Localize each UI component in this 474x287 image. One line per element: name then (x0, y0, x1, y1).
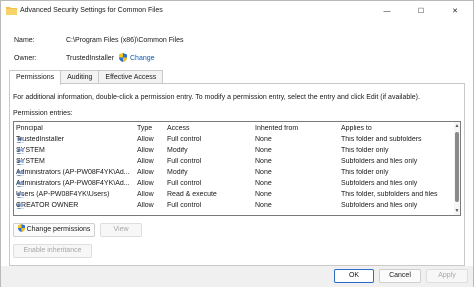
inherited-cell: None (255, 202, 272, 209)
title-bar[interactable]: Advanced Security Settings for Common Fi… (1, 1, 473, 21)
info-text: For additional information, double-click… (13, 94, 420, 101)
type-cell: Allow (137, 147, 154, 154)
user-group-icon (16, 170, 25, 176)
column-principal[interactable]: Principal (16, 125, 136, 132)
change-permissions-button[interactable]: Change permissions (13, 223, 95, 237)
table-row[interactable]: SYSTEM Allow Modify None This folder only (14, 146, 452, 157)
maximize-icon: ☐ (417, 8, 425, 15)
access-cell: Full control (167, 202, 202, 209)
scrollbar-thumb[interactable] (455, 132, 459, 202)
owner-value: TrustedInstaller (66, 55, 114, 62)
table-row[interactable]: Administrators (AP-PW08F4YK\Ad... Allow Fu… (14, 179, 452, 190)
inherited-cell: None (255, 191, 272, 198)
column-type[interactable]: Type (137, 125, 167, 132)
principal-cell: Administrators (AP-PW08F4YK\Ad... (16, 180, 136, 187)
security-settings-window: Advanced Security Settings for Common Fi… (0, 0, 474, 287)
apply-button[interactable]: Apply (426, 269, 468, 283)
list-header: Principal Type Access Inherited from App… (14, 124, 452, 135)
close-button[interactable]: ✕ (438, 1, 472, 21)
applies-cell: Subfolders and files only (341, 158, 418, 165)
permission-entries-label: Permission entries: (13, 110, 73, 117)
principal-cell: TrustedInstaller (16, 136, 136, 143)
scroll-up-icon[interactable]: ▲ (454, 123, 460, 129)
minimize-button[interactable]: — (370, 1, 404, 21)
user-group-icon (16, 148, 25, 154)
user-group-icon (16, 192, 25, 198)
ok-button[interactable]: OK (334, 269, 374, 283)
access-cell: Full control (167, 158, 202, 165)
tab-auditing[interactable]: Auditing (60, 70, 100, 84)
access-cell: Modify (167, 147, 188, 154)
cancel-button[interactable]: Cancel (379, 269, 421, 283)
access-cell: Modify (167, 169, 188, 176)
tab-strip: Permissions Auditing Effective Access (9, 70, 164, 85)
principal-text: Administrators (AP-PW08F4YK\Ad... (16, 180, 130, 187)
table-row[interactable]: Users (AP-PW08F4YK\Users) Allow Read & exe… (14, 190, 452, 201)
name-value: C:\Program Files (x86)\Common Files (66, 37, 184, 44)
enable-inheritance-button[interactable]: Enable inheritance (13, 244, 92, 258)
applies-cell: This folder only (341, 147, 389, 154)
owner-label: Owner: (14, 55, 37, 62)
table-row[interactable]: CREATOR OWNER Allow Full control None Subfol… (14, 201, 452, 212)
column-access[interactable]: Access (167, 125, 255, 132)
applies-cell: This folder and subfolders (341, 136, 422, 143)
type-cell: Allow (137, 202, 154, 209)
applies-cell: Subfolders and files only (341, 180, 418, 187)
type-cell: Allow (137, 180, 154, 187)
tab-permissions[interactable]: Permissions (9, 70, 62, 85)
uac-shield-icon (17, 223, 25, 237)
minimize-icon: — (383, 7, 391, 15)
applies-cell: This folder only (341, 169, 389, 176)
window-title: Advanced Security Settings for Common Fi… (20, 7, 163, 14)
view-button[interactable]: View (100, 223, 142, 237)
permission-entries-list[interactable]: Principal Type Access Inherited from App… (13, 121, 461, 216)
principal-cell: CREATOR OWNER (16, 202, 136, 209)
principal-cell: SYSTEM (16, 147, 136, 154)
principal-cell: Administrators (AP-PW08F4YK\Ad... (16, 169, 136, 176)
folder-icon (6, 6, 17, 15)
dialog-content: Name: C:\Program Files (x86)\Common File… (1, 21, 473, 266)
table-row[interactable]: SYSTEM Allow Full control None Subfolders an… (14, 157, 452, 168)
type-cell: Allow (137, 136, 154, 143)
close-icon: ✕ (452, 8, 458, 15)
principal-cell: Users (AP-PW08F4YK\Users) (16, 191, 136, 198)
change-owner-label: Change (130, 55, 155, 62)
user-group-icon (16, 159, 25, 165)
maximize-button[interactable]: ☐ (404, 1, 438, 21)
name-label: Name: (14, 37, 35, 44)
vertical-scrollbar[interactable]: ▲ ▼ (454, 122, 460, 215)
tab-effective-access[interactable]: Effective Access (98, 70, 164, 84)
principal-text: CREATOR OWNER (16, 202, 79, 209)
inherited-cell: None (255, 158, 272, 165)
user-group-icon (16, 137, 25, 143)
access-cell: Read & execute (167, 191, 217, 198)
applies-cell: This folder, subfolders and files (341, 191, 438, 198)
user-group-icon (16, 203, 25, 209)
principal-cell: SYSTEM (16, 158, 136, 165)
table-row[interactable]: Administrators (AP-PW08F4YK\Ad... Allow Mo… (14, 168, 452, 179)
type-cell: Allow (137, 169, 154, 176)
change-owner-link[interactable]: Change (119, 53, 155, 64)
change-permissions-label: Change permissions (26, 226, 91, 233)
inherited-cell: None (255, 180, 272, 187)
table-row[interactable]: TrustedInstaller Allow Full control None Thi… (14, 135, 452, 146)
access-cell: Full control (167, 180, 202, 187)
inherited-cell: None (255, 169, 272, 176)
principal-text: Users (AP-PW08F4YK\Users) (16, 191, 110, 198)
principal-text: Administrators (AP-PW08F4YK\Ad... (16, 169, 130, 176)
scroll-down-icon[interactable]: ▼ (454, 208, 460, 214)
inherited-cell: None (255, 147, 272, 154)
applies-cell: Subfolders and files only (341, 202, 418, 209)
user-group-icon (16, 181, 25, 187)
type-cell: Allow (137, 158, 154, 165)
uac-shield-icon (119, 53, 127, 64)
type-cell: Allow (137, 191, 154, 198)
access-cell: Full control (167, 136, 202, 143)
column-applies-to[interactable]: Applies to (341, 125, 451, 132)
inherited-cell: None (255, 136, 272, 143)
column-inherited-from[interactable]: Inherited from (255, 125, 341, 132)
